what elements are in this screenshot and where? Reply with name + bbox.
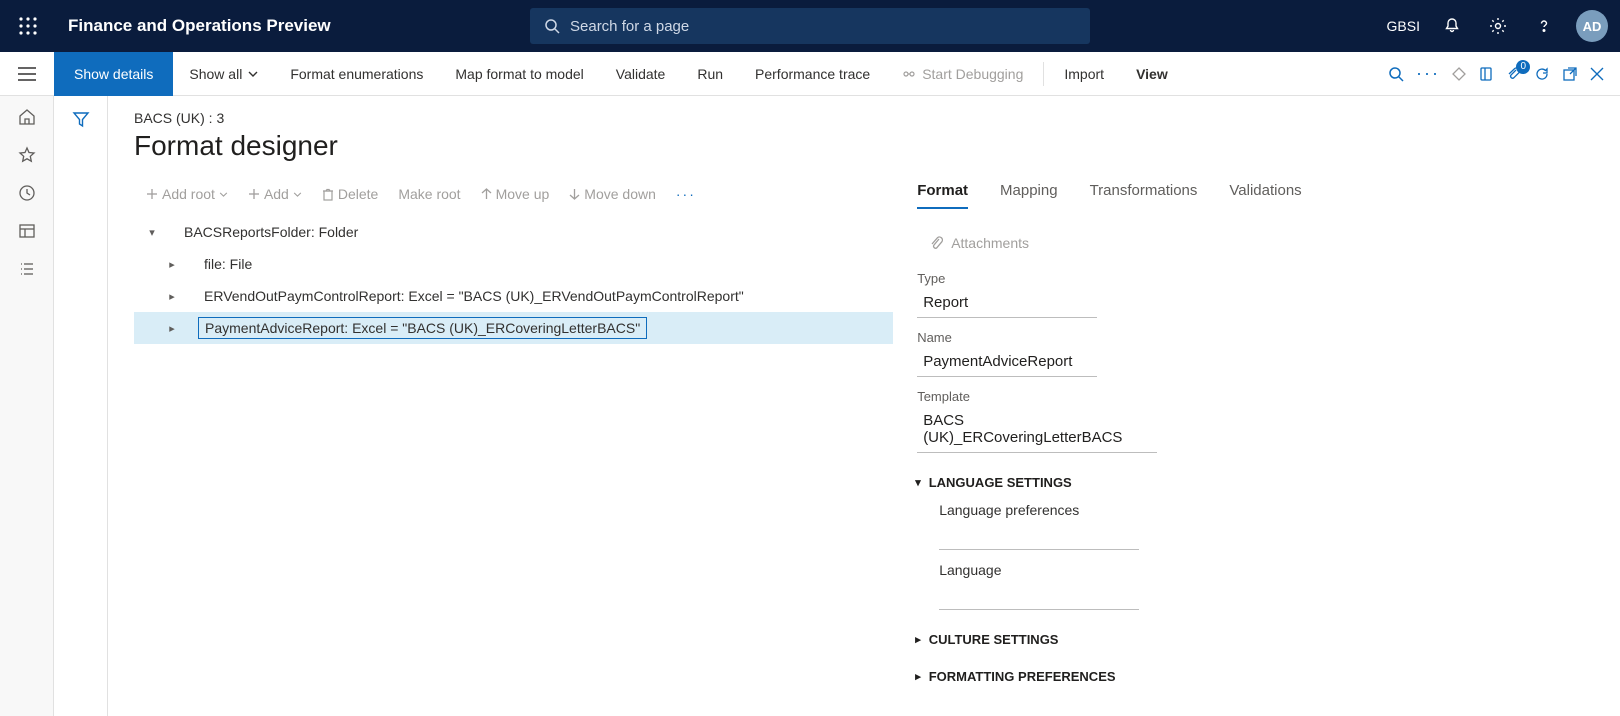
caret-right-icon[interactable]: ▸	[162, 258, 182, 271]
tree-node-file[interactable]: ▸ file: File	[134, 248, 893, 280]
language-field[interactable]	[939, 582, 1139, 610]
page-title: Format designer	[134, 130, 1594, 162]
recent-icon[interactable]	[18, 184, 36, 202]
caret-down-icon[interactable]: ▾	[142, 226, 162, 239]
performance-trace-button[interactable]: Performance trace	[739, 66, 886, 82]
navpane-toggle-icon[interactable]	[0, 67, 54, 81]
diamond-icon[interactable]	[1452, 67, 1466, 81]
notifications-icon[interactable]	[1438, 12, 1466, 40]
make-root-button[interactable]: Make root	[390, 182, 468, 206]
start-debugging-button[interactable]: Start Debugging	[886, 66, 1039, 82]
name-field[interactable]: PaymentAdviceReport	[917, 349, 1097, 377]
search-placeholder: Search for a page	[570, 18, 689, 35]
tree-more-icon[interactable]: ···	[668, 186, 704, 202]
gear-icon[interactable]	[1484, 12, 1512, 40]
type-label: Type	[917, 271, 1594, 286]
attachments-action-icon[interactable]: 0	[1506, 66, 1522, 82]
caret-right-icon: ▸	[915, 670, 921, 683]
name-label: Name	[917, 330, 1594, 345]
validate-button[interactable]: Validate	[600, 66, 682, 82]
breadcrumb: BACS (UK) : 3	[134, 110, 1594, 126]
tree-node-root[interactable]: ▾ BACSReportsFolder: Folder	[134, 216, 893, 248]
favorites-icon[interactable]	[18, 146, 36, 164]
add-root-button[interactable]: Add root	[138, 182, 236, 206]
tree-node-label: BACSReportsFolder: Folder	[178, 222, 364, 242]
type-field[interactable]: Report	[917, 290, 1097, 318]
attachments-badge: 0	[1516, 60, 1530, 74]
more-actions-icon[interactable]: ···	[1416, 63, 1440, 84]
format-enumerations-button[interactable]: Format enumerations	[274, 66, 439, 82]
caret-right-icon[interactable]: ▸	[162, 290, 182, 303]
tree-node-ervend[interactable]: ▸ ERVendOutPaymControlReport: Excel = "B…	[134, 280, 893, 312]
tree-node-paymentadvice[interactable]: ▸ PaymentAdviceReport: Excel = "BACS (UK…	[134, 312, 893, 344]
popout-icon[interactable]	[1562, 66, 1578, 82]
caret-down-icon: ▾	[915, 476, 921, 489]
move-down-button[interactable]: Move down	[561, 182, 664, 206]
delete-button[interactable]: Delete	[314, 182, 386, 206]
modules-icon[interactable]	[18, 260, 36, 278]
show-details-button[interactable]: Show details	[54, 52, 173, 96]
tree-node-label: file: File	[198, 254, 258, 274]
workspaces-icon[interactable]	[18, 222, 36, 240]
app-title: Finance and Operations Preview	[68, 16, 331, 36]
culture-settings-header[interactable]: ▸ CULTURE SETTINGS	[915, 632, 1594, 647]
close-icon[interactable]	[1590, 67, 1604, 81]
add-button[interactable]: Add	[240, 182, 310, 206]
attachments-button[interactable]: Attachments	[917, 227, 1594, 259]
office-icon[interactable]	[1478, 66, 1494, 82]
caret-right-icon[interactable]: ▸	[162, 322, 182, 335]
tab-validations[interactable]: Validations	[1229, 182, 1301, 209]
language-settings-header[interactable]: ▾ LANGUAGE SETTINGS	[915, 475, 1594, 490]
search-action-icon[interactable]	[1388, 66, 1404, 82]
show-all-button[interactable]: Show all	[173, 66, 274, 82]
search-input[interactable]: Search for a page	[530, 8, 1090, 44]
language-preferences-label: Language preferences	[939, 502, 1594, 518]
tree-node-label: ERVendOutPaymControlReport: Excel = "BAC…	[198, 286, 750, 306]
import-button[interactable]: Import	[1048, 66, 1120, 82]
tab-transformations[interactable]: Transformations	[1090, 182, 1198, 209]
company-code[interactable]: GBSI	[1387, 18, 1420, 34]
move-up-button[interactable]: Move up	[473, 182, 558, 206]
home-icon[interactable]	[18, 108, 36, 126]
avatar[interactable]: AD	[1576, 10, 1608, 42]
formatting-preferences-header[interactable]: ▸ FORMATTING PREFERENCES	[915, 669, 1594, 684]
tab-mapping[interactable]: Mapping	[1000, 182, 1058, 209]
map-format-button[interactable]: Map format to model	[439, 66, 599, 82]
caret-right-icon: ▸	[915, 633, 921, 646]
run-button[interactable]: Run	[681, 66, 739, 82]
template-field[interactable]: BACS (UK)_ERCoveringLetterBACS	[917, 408, 1157, 453]
attachments-label: Attachments	[951, 235, 1029, 251]
language-preferences-field[interactable]	[939, 522, 1139, 550]
tree-node-label: PaymentAdviceReport: Excel = "BACS (UK)_…	[198, 317, 647, 339]
tab-format[interactable]: Format	[917, 182, 968, 209]
view-button[interactable]: View	[1120, 66, 1184, 82]
template-label: Template	[917, 389, 1594, 404]
help-icon[interactable]	[1530, 12, 1558, 40]
avatar-initials: AD	[1583, 19, 1602, 34]
app-launcher-icon[interactable]	[12, 17, 44, 35]
filter-icon[interactable]	[72, 110, 90, 716]
refresh-icon[interactable]	[1534, 66, 1550, 82]
language-label: Language	[939, 562, 1594, 578]
